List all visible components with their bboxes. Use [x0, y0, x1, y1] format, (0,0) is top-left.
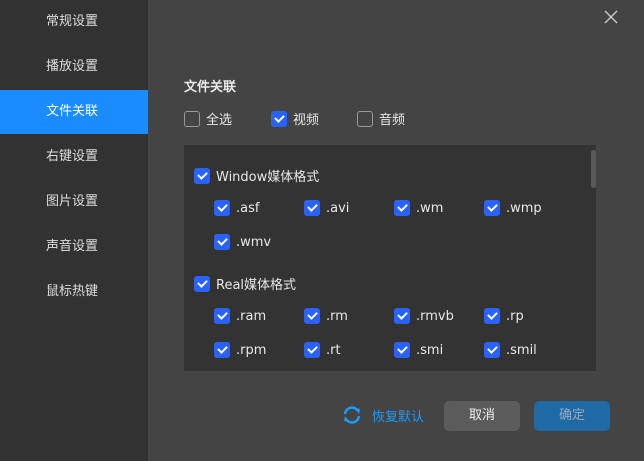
format-list: Window媒体格式 .asf .avi .wm .wmp .wmv Real媒体格式 .ra…	[184, 145, 596, 371]
group-checkbox[interactable]: Real媒体格式	[194, 274, 296, 293]
checkbox-label: .wmp	[506, 200, 542, 216]
filter-checkbox-1[interactable]: 视频	[271, 109, 319, 128]
sidebar: 常规设置 播放设置 文件关联 右键设置 图片设置 声音设置 鼠标热键	[0, 0, 148, 461]
checkbox-label: 音频	[379, 113, 406, 128]
checkbox-label: .rt	[326, 342, 341, 358]
checkbox-icon	[194, 167, 210, 184]
format-checkbox[interactable]: .wm	[394, 200, 443, 216]
ok-button[interactable]: 确定	[534, 401, 610, 431]
checkbox-label: .rp	[506, 308, 524, 324]
format-checkbox[interactable]: .wmp	[484, 200, 542, 216]
sidebar-item-image[interactable]: 图片设置	[0, 180, 148, 224]
filter-checkbox-2[interactable]: 音频	[357, 109, 405, 128]
scrollbar[interactable]	[591, 150, 596, 188]
cancel-button[interactable]: 取消	[444, 401, 520, 431]
sidebar-item-file-association[interactable]: 文件关联	[0, 90, 148, 134]
checkbox-icon	[271, 110, 287, 127]
checkbox-icon	[194, 275, 210, 292]
checkbox-icon	[214, 200, 230, 216]
sidebar-item-sound[interactable]: 声音设置	[0, 225, 148, 269]
format-checkbox[interactable]: .avi	[304, 200, 349, 216]
checkbox-icon	[304, 342, 320, 358]
checkbox-label: .smi	[416, 342, 444, 358]
sidebar-item-general[interactable]: 常规设置	[0, 0, 148, 44]
format-checkbox[interactable]: .rt	[304, 342, 341, 358]
checkbox-label: Real媒体格式	[216, 278, 297, 293]
checkbox-label: .rpm	[236, 342, 267, 358]
format-checkbox[interactable]: .wmv	[214, 234, 271, 250]
checkbox-label: 全选	[206, 113, 233, 128]
checkbox-icon	[214, 234, 230, 250]
checkbox-label: .rm	[326, 308, 348, 324]
checkbox-icon	[304, 308, 320, 324]
checkbox-icon	[484, 308, 500, 324]
checkbox-icon	[484, 342, 500, 358]
section-title: 文件关联	[184, 80, 237, 95]
checkbox-label: .smil	[506, 342, 537, 358]
checkbox-icon	[394, 342, 410, 358]
checkbox-label: .asf	[236, 200, 260, 216]
sidebar-item-context-menu[interactable]: 右键设置	[0, 135, 148, 179]
sidebar-item-playback[interactable]: 播放设置	[0, 45, 148, 89]
checkbox-icon	[357, 110, 373, 127]
sidebar-item-hotkeys[interactable]: 鼠标热键	[0, 270, 148, 314]
checkbox-label: .ram	[236, 308, 267, 324]
group-checkbox[interactable]: Window媒体格式	[194, 166, 319, 185]
format-checkbox[interactable]: .rp	[484, 308, 524, 324]
checkbox-label: .wmv	[236, 234, 272, 250]
checkbox-icon	[214, 342, 230, 358]
checkbox-label: .wm	[416, 200, 444, 216]
checkbox-icon	[394, 308, 410, 324]
checkbox-icon	[394, 200, 410, 216]
checkbox-icon	[484, 200, 500, 216]
format-checkbox[interactable]: .rm	[304, 308, 348, 324]
format-checkbox[interactable]: .smil	[484, 342, 537, 358]
format-checkbox[interactable]: .rpm	[214, 342, 266, 358]
refresh-icon	[343, 406, 361, 424]
format-checkbox[interactable]: .asf	[214, 200, 259, 216]
close-icon[interactable]	[602, 8, 620, 26]
checkbox-icon	[214, 308, 230, 324]
checkbox-icon	[304, 200, 320, 216]
checkbox-label: 视频	[293, 113, 320, 128]
checkbox-label: Window媒体格式	[216, 170, 320, 185]
format-checkbox[interactable]: .rmvb	[394, 308, 454, 324]
restore-defaults-button[interactable]: 恢复默认	[342, 405, 424, 425]
format-checkbox[interactable]: .ram	[214, 308, 266, 324]
checkbox-label: .rmvb	[416, 308, 454, 324]
format-checkbox[interactable]: .smi	[394, 342, 443, 358]
restore-defaults-label: 恢复默认	[372, 409, 425, 425]
checkbox-icon	[184, 110, 200, 127]
filter-checkbox-0[interactable]: 全选	[184, 109, 232, 128]
checkbox-label: .avi	[326, 200, 350, 216]
